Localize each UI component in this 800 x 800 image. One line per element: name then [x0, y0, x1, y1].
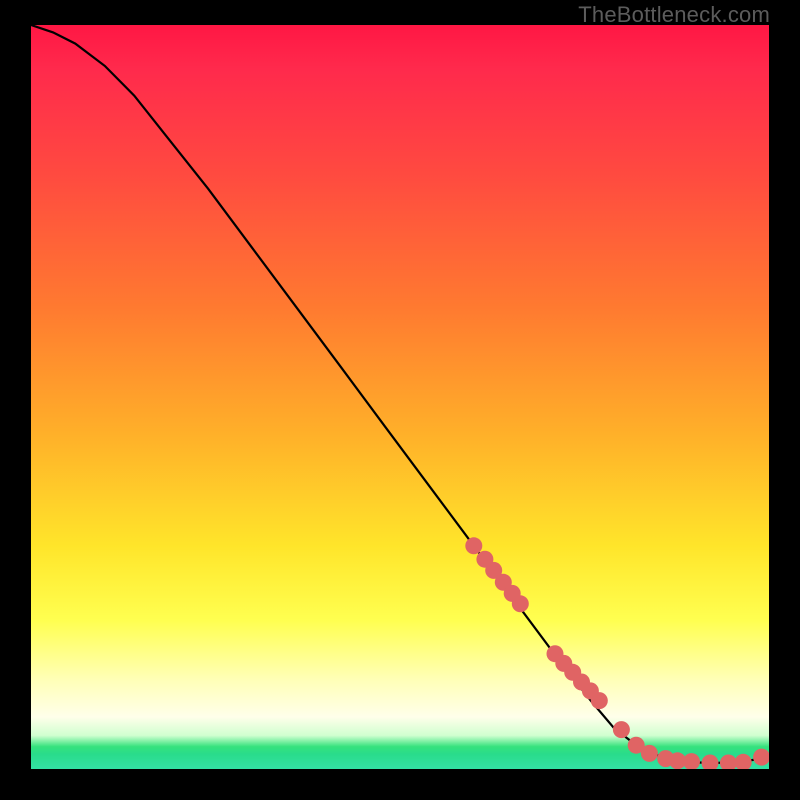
data-point: [512, 595, 529, 612]
plot-area: [31, 25, 769, 769]
data-point: [683, 753, 700, 769]
marker-group: [465, 537, 769, 769]
data-point: [641, 745, 658, 762]
data-point: [669, 752, 686, 769]
marker-layer: [31, 25, 769, 769]
curve-layer: [31, 25, 769, 769]
data-point: [735, 754, 752, 769]
data-point: [485, 562, 502, 579]
data-point: [582, 682, 599, 699]
data-point: [753, 749, 769, 766]
chart-frame: TheBottleneck.com: [0, 0, 800, 800]
data-point: [465, 537, 482, 554]
data-point: [591, 692, 608, 709]
data-point: [555, 655, 572, 672]
data-point: [573, 674, 590, 691]
data-point: [628, 737, 645, 754]
data-point: [476, 551, 493, 568]
data-point: [702, 755, 719, 770]
watermark-text: TheBottleneck.com: [578, 2, 770, 28]
data-point: [613, 721, 630, 738]
data-point: [564, 664, 581, 681]
data-point: [657, 750, 674, 767]
curve-line: [31, 25, 769, 763]
data-point: [547, 645, 564, 662]
data-point: [495, 574, 512, 591]
data-point: [720, 755, 737, 770]
data-point: [504, 585, 521, 602]
